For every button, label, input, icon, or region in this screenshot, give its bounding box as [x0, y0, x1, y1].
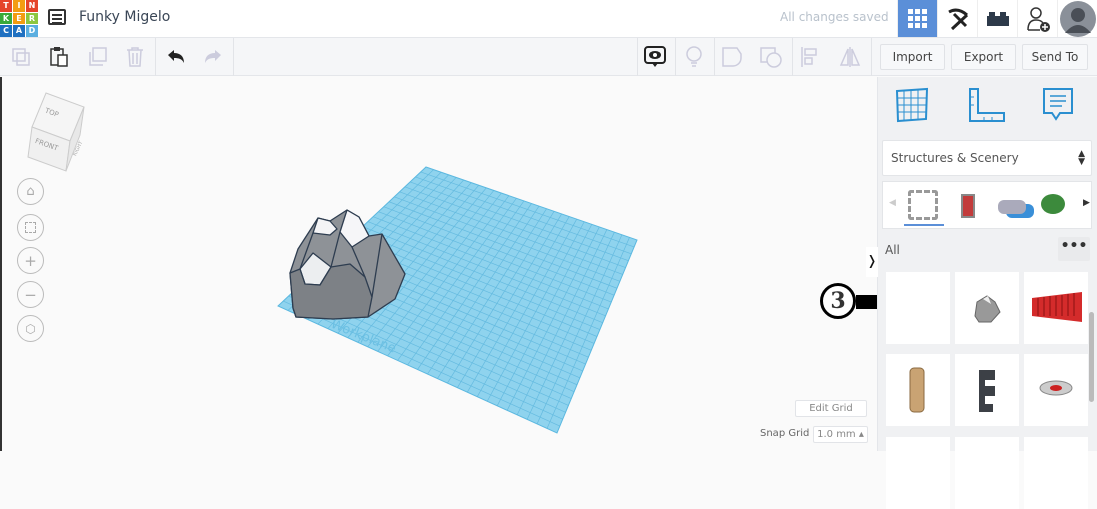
pickaxe-icon [947, 8, 968, 30]
logo-letter: E [13, 12, 25, 24]
log-thumb-icon [909, 367, 925, 413]
filter-label: All [885, 243, 900, 257]
logo-letter: A [13, 25, 25, 37]
subcategory-all[interactable] [908, 190, 938, 220]
design-list-icon[interactable] [48, 9, 66, 25]
snap-grid-label: Snap Grid [760, 428, 810, 439]
send-to-button[interactable]: Send To [1022, 44, 1088, 70]
workplane[interactable]: Workplane [0, 77, 877, 451]
shape-tile-fence[interactable] [1024, 272, 1088, 344]
subcategory-bridges[interactable] [998, 200, 1026, 214]
carousel-next-icon[interactable]: ▶ [1083, 198, 1090, 208]
duplicate-button[interactable] [84, 44, 110, 70]
delete-button[interactable] [122, 44, 148, 70]
design-title[interactable]: Funky Migelo [79, 9, 170, 25]
shape-tile[interactable] [886, 272, 950, 344]
logo-letter: K [0, 12, 12, 24]
blocks-pickaxe-button[interactable] [937, 0, 977, 37]
logo-letter: C [0, 25, 12, 37]
step-number-badge: 3 [820, 283, 856, 319]
subcategory-carousel: ◀ ▶ [882, 181, 1092, 229]
edit-grid-button[interactable]: Edit Grid [795, 400, 867, 417]
mirror-button[interactable] [837, 44, 863, 70]
align-button[interactable] [797, 44, 823, 70]
shape-tile[interactable] [955, 354, 1019, 426]
clipboard-icon [50, 47, 68, 67]
undo-icon [168, 50, 184, 63]
shape-tile[interactable] [1024, 437, 1088, 509]
invite-user-button[interactable] [1017, 0, 1057, 37]
paste-button[interactable] [46, 44, 72, 70]
subcategory-trees[interactable] [1041, 194, 1065, 214]
tinkercad-logo[interactable]: TIN KER CAD [0, 0, 38, 37]
shape-tile[interactable] [1024, 354, 1088, 426]
shape-tile[interactable] [955, 437, 1019, 509]
eye-bubble-icon [644, 46, 666, 67]
redo-button[interactable] [200, 44, 226, 70]
3d-workspace[interactable]: TOP FRONT RIGHT ⌂ + − ⬡ Workplane Edit G… [0, 77, 950, 451]
shape-tile-mountain[interactable] [955, 272, 1019, 344]
toolbar: Import Export Send To [0, 38, 1097, 76]
duplicate-icon [89, 47, 107, 66]
ungroup-icon [760, 47, 782, 68]
logo-letter: I [13, 0, 25, 12]
workplane-tool-icon[interactable] [893, 85, 933, 125]
active-tab-indicator [904, 224, 944, 226]
avatar-icon [1059, 0, 1096, 37]
shapes-panel: Structures & Scenery ▲ ▼ ◀ ▶ All ••• [877, 77, 1097, 509]
trash-icon [127, 47, 143, 67]
shape-tile[interactable] [886, 437, 950, 509]
snap-grid-select[interactable]: 1.0 mm ▴ [813, 426, 868, 443]
user-avatar[interactable] [1057, 0, 1097, 37]
3d-design-view-button[interactable] [897, 0, 937, 37]
save-status: All changes saved [780, 10, 889, 24]
group-icon [722, 47, 742, 67]
target-thumb-icon [1039, 380, 1073, 396]
grid-icon [907, 8, 927, 28]
header: TIN KER CAD Funky Migelo All changes saved [0, 0, 1097, 38]
logo-letter: D [26, 25, 38, 37]
redo-icon [205, 50, 221, 63]
group-button[interactable] [720, 44, 746, 70]
spiral-thumb-icon [979, 370, 995, 412]
mirror-icon [839, 47, 861, 67]
light-button[interactable] [681, 44, 707, 70]
more-options-button[interactable]: ••• [1058, 237, 1090, 261]
fence-thumb-icon [1032, 292, 1082, 322]
shape-tile[interactable] [886, 354, 950, 426]
sort-icon: ▲ ▼ [1078, 149, 1085, 167]
undo-button[interactable] [163, 44, 189, 70]
export-button[interactable]: Export [951, 44, 1016, 70]
chevron-right-icon: ❭ [866, 254, 878, 269]
copy-icon [12, 48, 30, 66]
lightbulb-icon [686, 46, 702, 67]
mountain-thumb-icon [974, 295, 1001, 323]
category-label: Structures & Scenery [891, 151, 1019, 165]
shape-category-select[interactable]: Structures & Scenery ▲ ▼ [882, 140, 1092, 176]
bricks-button[interactable] [977, 0, 1017, 37]
copy-button[interactable] [8, 44, 34, 70]
logo-letter: N [26, 0, 38, 12]
logo-letter: R [26, 12, 38, 24]
notes-icon[interactable] [1038, 85, 1078, 125]
add-user-icon [1026, 6, 1050, 32]
align-icon [801, 47, 817, 67]
subcategory-buildings[interactable] [961, 194, 975, 218]
ungroup-button[interactable] [758, 44, 784, 70]
logo-letter: T [0, 0, 12, 12]
panel-scrollbar[interactable] [1089, 312, 1094, 402]
carousel-prev-icon[interactable]: ◀ [889, 198, 896, 208]
brick-icon [986, 11, 1009, 26]
ruler-icon[interactable] [966, 85, 1006, 125]
notes-view-button[interactable] [642, 44, 668, 70]
import-button[interactable]: Import [880, 44, 945, 70]
collapse-panel-button[interactable]: ❭ [866, 247, 878, 277]
